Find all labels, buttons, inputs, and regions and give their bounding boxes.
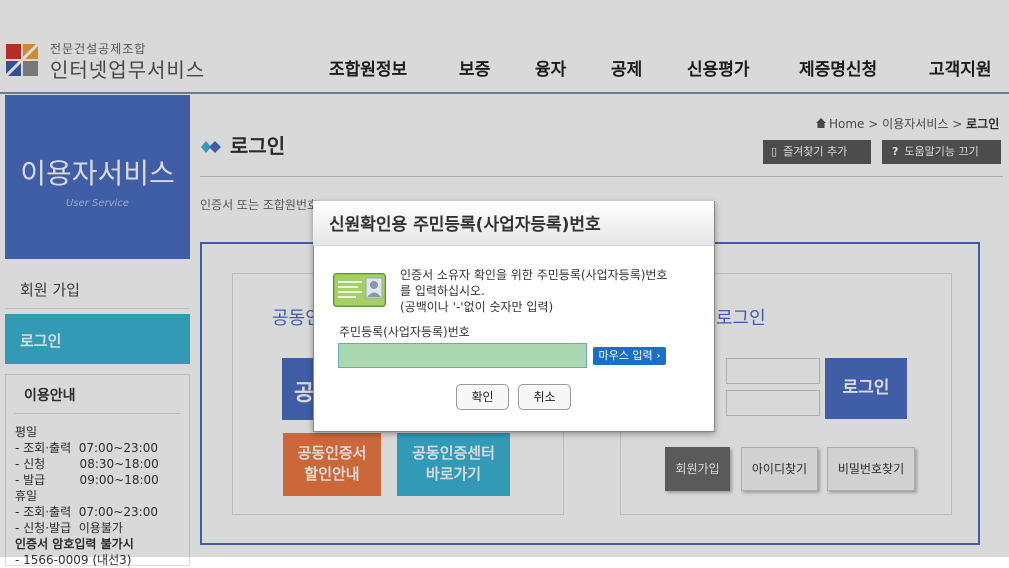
confirm-button[interactable]: 확인 (456, 384, 509, 410)
resident-number-input[interactable] (338, 343, 587, 368)
dialog-message: (공백이나 '-'없이 숫자만 입력) (400, 300, 554, 314)
dialog-message: 를 입력하십시오. (400, 284, 485, 298)
dialog-title: 신원확인용 주민등록(사업자등록)번호 (329, 215, 601, 235)
dialog-message: 인증서 소유자 확인을 위한 주민등록(사업자등록)번호 (400, 268, 668, 282)
mouse-input-button[interactable]: 마우스 입력 › (593, 347, 666, 365)
id-card-icon (333, 273, 386, 311)
cancel-button[interactable]: 취소 (518, 384, 571, 410)
resident-number-label: 주민등록(사업자등록)번호 (339, 325, 470, 339)
